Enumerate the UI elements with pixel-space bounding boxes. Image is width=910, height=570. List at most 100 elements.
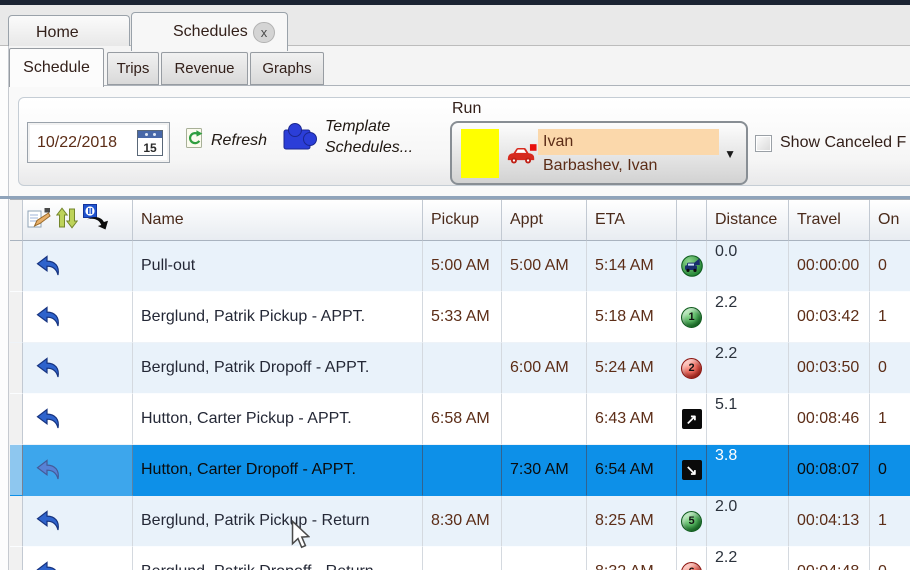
header-gutter bbox=[10, 200, 23, 241]
on-board: 0 bbox=[870, 547, 910, 570]
tab-trips[interactable]: Trips bbox=[107, 52, 159, 85]
row-gutter bbox=[10, 445, 23, 496]
tab-home[interactable]: Home bbox=[8, 15, 130, 49]
show-canceled-label: Show Canceled F bbox=[780, 134, 907, 151]
pickup-time bbox=[423, 343, 502, 394]
eta-time: 5:18 AM bbox=[587, 292, 677, 343]
distance: 2.0 bbox=[707, 496, 789, 547]
tab-graphs-label: Graphs bbox=[262, 60, 312, 77]
move-pause-arrow-icon[interactable] bbox=[83, 204, 110, 236]
tab-schedule-label: Schedule bbox=[23, 59, 90, 76]
pickup-time bbox=[423, 547, 502, 570]
appt-time bbox=[502, 394, 587, 445]
appt-time: 5:00 AM bbox=[502, 241, 587, 292]
tab-revenue-label: Revenue bbox=[174, 60, 235, 77]
chevron-down-icon[interactable]: ▼ bbox=[724, 147, 736, 161]
table-row[interactable]: Pull-out 5:00 AM 5:00 AM 5:14 AM 0.0 00:… bbox=[10, 241, 910, 292]
run-label: Run bbox=[452, 100, 482, 117]
tab-graphs[interactable]: Graphs bbox=[250, 52, 324, 85]
header-tools-cell bbox=[23, 200, 133, 241]
stop-number: 2 bbox=[681, 357, 702, 379]
header-distance[interactable]: Distance bbox=[707, 200, 789, 241]
trip-name: Berglund, Patrik Pickup - Return bbox=[133, 496, 423, 547]
tab-schedule[interactable]: Schedule bbox=[9, 48, 104, 87]
header-on[interactable]: On bbox=[870, 200, 910, 241]
table-row[interactable]: Berglund, Patrik Pickup - APPT. 5:33 AM … bbox=[10, 292, 910, 343]
header-travel[interactable]: Travel bbox=[789, 200, 870, 241]
stop-number: 1 bbox=[681, 306, 702, 328]
appt-time bbox=[502, 292, 587, 343]
grid-header-row: Name Pickup Appt ETA Distance Travel On bbox=[10, 200, 910, 241]
refresh-label: Refresh bbox=[211, 131, 268, 149]
header-appt[interactable]: Appt bbox=[502, 200, 587, 241]
eta-time: 8:32 AM bbox=[587, 547, 677, 570]
pickup-time: 5:00 AM bbox=[423, 241, 502, 292]
eta-time: 5:24 AM bbox=[587, 343, 677, 394]
table-row[interactable]: Berglund, Patrik Pickup - Return 8:30 AM… bbox=[10, 496, 910, 547]
appt-time bbox=[502, 496, 587, 547]
eta-time: 6:54 AM bbox=[587, 445, 677, 496]
table-row-selected[interactable]: Hutton, Carter Dropoff - APPT. 7:30 AM 6… bbox=[10, 445, 910, 496]
row-gutter bbox=[10, 292, 23, 343]
undo-arrow-icon bbox=[23, 343, 133, 394]
refresh-button[interactable]: Refresh bbox=[184, 128, 267, 153]
undo-arrow-icon bbox=[23, 445, 133, 496]
travel-time: 00:03:42 bbox=[789, 292, 870, 343]
on-board: 0 bbox=[870, 241, 910, 292]
on-board: 0 bbox=[870, 445, 910, 496]
table-row[interactable]: Hutton, Carter Pickup - APPT. 6:58 AM 6:… bbox=[10, 394, 910, 445]
travel-time: 00:08:07 bbox=[789, 445, 870, 496]
trip-name: Hutton, Carter Dropoff - APPT. bbox=[133, 445, 423, 496]
distance: 2.2 bbox=[707, 547, 789, 570]
schedule-grid: Name Pickup Appt ETA Distance Travel On … bbox=[10, 199, 910, 570]
stop-number-icon: 6 bbox=[677, 547, 707, 570]
table-row[interactable]: Berglund, Patrik Dropoff - APPT. 6:00 AM… bbox=[10, 343, 910, 394]
eta-time: 6:43 AM bbox=[587, 394, 677, 445]
run-name: Ivan bbox=[538, 129, 719, 155]
stop-number: 5 bbox=[681, 510, 702, 532]
header-pickup[interactable]: Pickup bbox=[423, 200, 502, 241]
tab-schedules[interactable]: Schedules x bbox=[131, 12, 288, 51]
travel-time: 00:08:46 bbox=[789, 394, 870, 445]
sub-tab-bar: Schedule Trips Revenue Graphs bbox=[9, 46, 910, 87]
trip-name: Hutton, Carter Pickup - APPT. bbox=[133, 394, 423, 445]
calendar-icon[interactable]: 15 bbox=[137, 129, 163, 156]
on-board: 1 bbox=[870, 394, 910, 445]
distance: 2.2 bbox=[707, 343, 789, 394]
header-name[interactable]: Name bbox=[133, 200, 423, 241]
on-board: 0 bbox=[870, 343, 910, 394]
pullout-car-icon bbox=[677, 241, 707, 292]
on-board: 1 bbox=[870, 496, 910, 547]
date-value: 10/22/2018 bbox=[37, 133, 118, 151]
pickup-time: 8:30 AM bbox=[423, 496, 502, 547]
row-gutter bbox=[10, 241, 23, 292]
distance: 5.1 bbox=[707, 394, 789, 445]
sort-arrows-icon[interactable] bbox=[55, 206, 79, 234]
row-gutter bbox=[10, 394, 23, 445]
travel-time: 00:04:48 bbox=[789, 547, 870, 570]
date-picker[interactable]: 10/22/2018 15 bbox=[27, 122, 170, 163]
tab-revenue[interactable]: Revenue bbox=[161, 52, 248, 85]
close-tab-icon[interactable]: x bbox=[253, 22, 275, 43]
header-stop-icon[interactable] bbox=[677, 200, 707, 241]
run-driver-name: Barbashev, Ivan bbox=[543, 157, 658, 174]
arrow-ne-icon: ↗ bbox=[677, 394, 707, 445]
tab-schedules-label: Schedules bbox=[173, 23, 248, 40]
appt-time: 7:30 AM bbox=[502, 445, 587, 496]
run-dropdown[interactable]: Ivan Barbashev, Ivan ▼ bbox=[450, 121, 748, 185]
arrow-ne-glyph: ↗ bbox=[681, 409, 702, 429]
stop-number-icon: 5 bbox=[677, 496, 707, 547]
template-schedules-button[interactable]: Template Schedules... bbox=[282, 116, 430, 158]
show-canceled-option[interactable]: Show Canceled F bbox=[755, 131, 910, 155]
stop-number-icon: 2 bbox=[677, 343, 707, 394]
edit-assign-icon[interactable] bbox=[27, 207, 51, 234]
distance: 0.0 bbox=[707, 241, 789, 292]
arrow-se-glyph: ↘ bbox=[681, 460, 702, 480]
table-row[interactable]: Berglund, Patrik Dropoff - Return 8:32 A… bbox=[10, 547, 910, 570]
header-eta[interactable]: ETA bbox=[587, 200, 677, 241]
undo-arrow-icon bbox=[23, 292, 133, 343]
document-tab-bar: Home Schedules x bbox=[0, 5, 910, 51]
show-canceled-checkbox[interactable] bbox=[755, 134, 772, 152]
eta-time: 5:14 AM bbox=[587, 241, 677, 292]
puzzle-icon bbox=[282, 119, 318, 156]
